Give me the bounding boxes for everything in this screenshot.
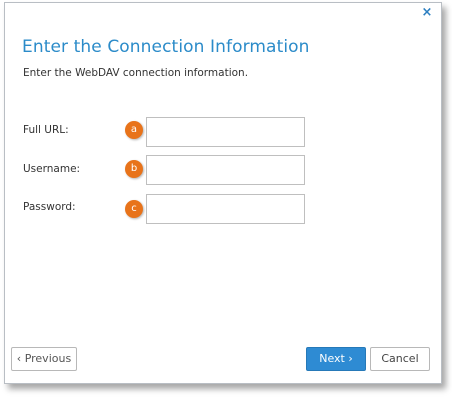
username-input[interactable] bbox=[146, 155, 305, 185]
callout-badge-b: b bbox=[125, 160, 143, 178]
connection-dialog: × Enter the Connection Information Enter… bbox=[4, 2, 442, 384]
full-url-label: Full URL: bbox=[23, 124, 69, 136]
callout-badge-a: a bbox=[125, 121, 143, 139]
full-url-input[interactable] bbox=[146, 117, 305, 147]
footer-divider bbox=[5, 335, 441, 336]
close-icon[interactable]: × bbox=[420, 6, 434, 20]
previous-button[interactable]: ‹ Previous bbox=[11, 347, 77, 371]
password-label: Password: bbox=[23, 201, 76, 213]
cancel-button[interactable]: Cancel bbox=[370, 347, 430, 371]
next-button[interactable]: Next › bbox=[306, 347, 366, 371]
callout-badge-c: c bbox=[125, 200, 143, 218]
dialog-subtitle: Enter the WebDAV connection information. bbox=[23, 67, 249, 79]
username-label: Username: bbox=[23, 163, 81, 175]
password-input[interactable] bbox=[146, 194, 305, 224]
dialog-title: Enter the Connection Information bbox=[22, 37, 310, 57]
